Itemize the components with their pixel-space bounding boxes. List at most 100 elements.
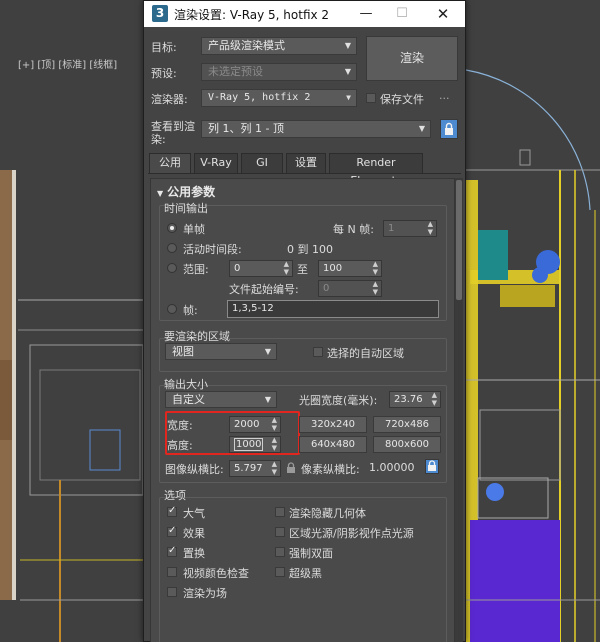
- render-to-fields-label: 渲染为场: [183, 587, 227, 600]
- spinner-arrows-icon: ▲ ▼: [372, 280, 378, 296]
- displacement-label: 置换: [183, 547, 205, 560]
- preset-value: 未选定预设: [208, 65, 263, 78]
- active-segment-radio[interactable]: [167, 243, 177, 253]
- close-button[interactable]: ✕: [428, 3, 458, 25]
- render-to-fields-checkbox[interactable]: [167, 587, 177, 597]
- output-size-title: 输出大小: [164, 378, 208, 391]
- maximize-button[interactable]: ☐: [387, 3, 417, 25]
- pixel-aspect-lock-button[interactable]: [425, 459, 439, 474]
- spinner-arrows-icon: ▲ ▼: [372, 260, 378, 276]
- single-frame-label: 单帧: [183, 223, 205, 236]
- area-dropdown[interactable]: 视图 ▼: [165, 343, 277, 360]
- preset-800x600-button[interactable]: 800x600: [373, 436, 441, 453]
- effects-checkbox[interactable]: [167, 525, 177, 537]
- preset-320x240-button[interactable]: 320x240: [299, 416, 367, 433]
- view-label-line2: 染:: [151, 133, 166, 146]
- pixel-aspect-label: 像素纵横比:: [301, 463, 360, 476]
- file-start-spinner[interactable]: 0 ▲ ▼: [318, 280, 382, 297]
- every-n-value: 1: [388, 223, 395, 234]
- frames-radio[interactable]: [167, 304, 177, 314]
- spinner-arrows-icon: ▲ ▼: [283, 260, 289, 276]
- chevron-down-icon: ▼: [344, 41, 351, 50]
- effects-label: 效果: [183, 527, 205, 540]
- super-black-checkbox[interactable]: [275, 567, 285, 577]
- area-lights-as-points-checkbox[interactable]: [275, 527, 285, 537]
- chevron-down-icon: ▼: [264, 395, 271, 404]
- file-start-value: 0: [323, 283, 330, 294]
- pixel-aspect-value: 1.00000: [369, 461, 415, 474]
- image-aspect-spinner[interactable]: 5.797 ▲ ▼: [229, 460, 281, 477]
- output-size-preset-value: 自定义: [172, 393, 205, 406]
- lock-view-button[interactable]: [440, 119, 458, 139]
- preset-640x480-button[interactable]: 640x480: [299, 436, 367, 453]
- video-color-check-checkbox[interactable]: [167, 567, 177, 577]
- target-dropdown[interactable]: 产品级渲染模式 ▼: [201, 37, 357, 55]
- every-n-spinner[interactable]: 1 ▲ ▼: [383, 220, 437, 237]
- range-to-value: 100: [323, 263, 343, 274]
- every-n-label: 每 N 帧:: [333, 223, 374, 236]
- renderer-label: 渲染器:: [151, 93, 188, 106]
- area-title: 要渲染的区域: [164, 330, 230, 343]
- panel-scrollbar[interactable]: [455, 178, 463, 642]
- preset-dropdown[interactable]: 未选定预设 ▼: [201, 63, 357, 81]
- save-file-label: 保存文件: [380, 93, 424, 106]
- displacement-checkbox[interactable]: [167, 545, 177, 557]
- rollout-title: 公用参数: [167, 185, 216, 199]
- save-file-checkbox[interactable]: [366, 93, 376, 103]
- window-title: 渲染设置: V-Ray 5, hotfix 2: [174, 8, 330, 22]
- tab-divider: [148, 173, 461, 174]
- spinner-arrows-icon: ▲ ▼: [431, 391, 437, 407]
- aperture-spinner[interactable]: 23.76 ▲ ▼: [389, 391, 441, 408]
- range-from-spinner[interactable]: 0 ▲ ▼: [229, 260, 293, 277]
- range-to-label: 至: [297, 263, 308, 276]
- spinner-arrows-icon: ▲ ▼: [271, 460, 277, 476]
- viewport-label[interactable]: [+] [顶] [标准] [线框]: [18, 56, 117, 71]
- chevron-down-icon: ▼: [346, 93, 351, 102]
- lock-icon[interactable]: [285, 462, 297, 474]
- force-two-sided-label: 强制双面: [289, 547, 333, 560]
- more-button[interactable]: ...: [439, 89, 450, 102]
- tab-render-elements[interactable]: Render Elements: [329, 153, 423, 187]
- single-frame-radio[interactable]: [167, 223, 177, 233]
- force-two-sided-checkbox[interactable]: [275, 547, 285, 557]
- output-size-preset-dropdown[interactable]: 自定义 ▼: [165, 391, 277, 408]
- view-to-render-dropdown[interactable]: 列 1、列 1 - 顶 ▼: [201, 120, 431, 138]
- common-panel: ▼ 公用参数 时间输出 单帧 每 N 帧: 1 ▲ ▼ 活动时间段: 0 到 100…: [150, 178, 455, 642]
- range-to-spinner[interactable]: 100 ▲ ▼: [318, 260, 382, 277]
- image-aspect-label: 图像纵横比:: [165, 463, 224, 476]
- render-setup-dialog: 3 渲染设置: V-Ray 5, hotfix 2 — ☐ ✕ 目标: 产品级渲…: [143, 0, 466, 642]
- atmosphere-checkbox[interactable]: [167, 505, 177, 517]
- range-label: 范围:: [183, 263, 209, 276]
- target-value: 产品级渲染模式: [208, 39, 285, 52]
- options-title: 选项: [164, 489, 186, 502]
- super-black-label: 超级黑: [289, 567, 322, 580]
- tab-gi[interactable]: GI: [241, 153, 283, 173]
- range-radio[interactable]: [167, 263, 177, 273]
- title-bar[interactable]: 3 渲染设置: V-Ray 5, hotfix 2 — ☐ ✕: [144, 1, 465, 27]
- minimize-button[interactable]: —: [351, 3, 381, 25]
- preset-label: 预设:: [151, 67, 177, 80]
- preset-720x486-button[interactable]: 720x486: [373, 416, 441, 433]
- scrollbar-thumb[interactable]: [456, 180, 462, 300]
- render-hidden-geometry-checkbox[interactable]: [275, 507, 285, 517]
- render-button[interactable]: 渲染: [366, 36, 458, 81]
- range-from-value: 0: [234, 263, 241, 274]
- rollout-header[interactable]: ▼ 公用参数: [157, 183, 215, 200]
- tab-vray[interactable]: V-Ray: [194, 153, 238, 173]
- chevron-down-icon: ▼: [264, 347, 271, 356]
- renderer-dropdown[interactable]: V-Ray 5, hotfix 2 ▼: [201, 89, 357, 107]
- lock-icon: [445, 122, 453, 135]
- spinner-arrows-icon: ▲ ▼: [427, 220, 433, 236]
- tab-common[interactable]: 公用: [149, 153, 191, 174]
- chevron-down-icon: ▼: [344, 67, 351, 76]
- view-value: 列 1、列 1 - 顶: [208, 122, 284, 135]
- aperture-label: 光圈宽度(毫米):: [299, 394, 378, 407]
- active-range-value: 0 到 100: [287, 243, 333, 256]
- tab-settings[interactable]: 设置: [286, 153, 326, 173]
- frames-input[interactable]: 1,3,5-12: [227, 300, 439, 318]
- auto-region-checkbox[interactable]: [313, 347, 323, 357]
- renderer-value: V-Ray 5, hotfix 2: [208, 92, 311, 103]
- render-hidden-geometry-label: 渲染隐藏几何体: [289, 507, 366, 520]
- collapse-icon: ▼: [157, 189, 164, 198]
- target-label: 目标:: [151, 41, 177, 54]
